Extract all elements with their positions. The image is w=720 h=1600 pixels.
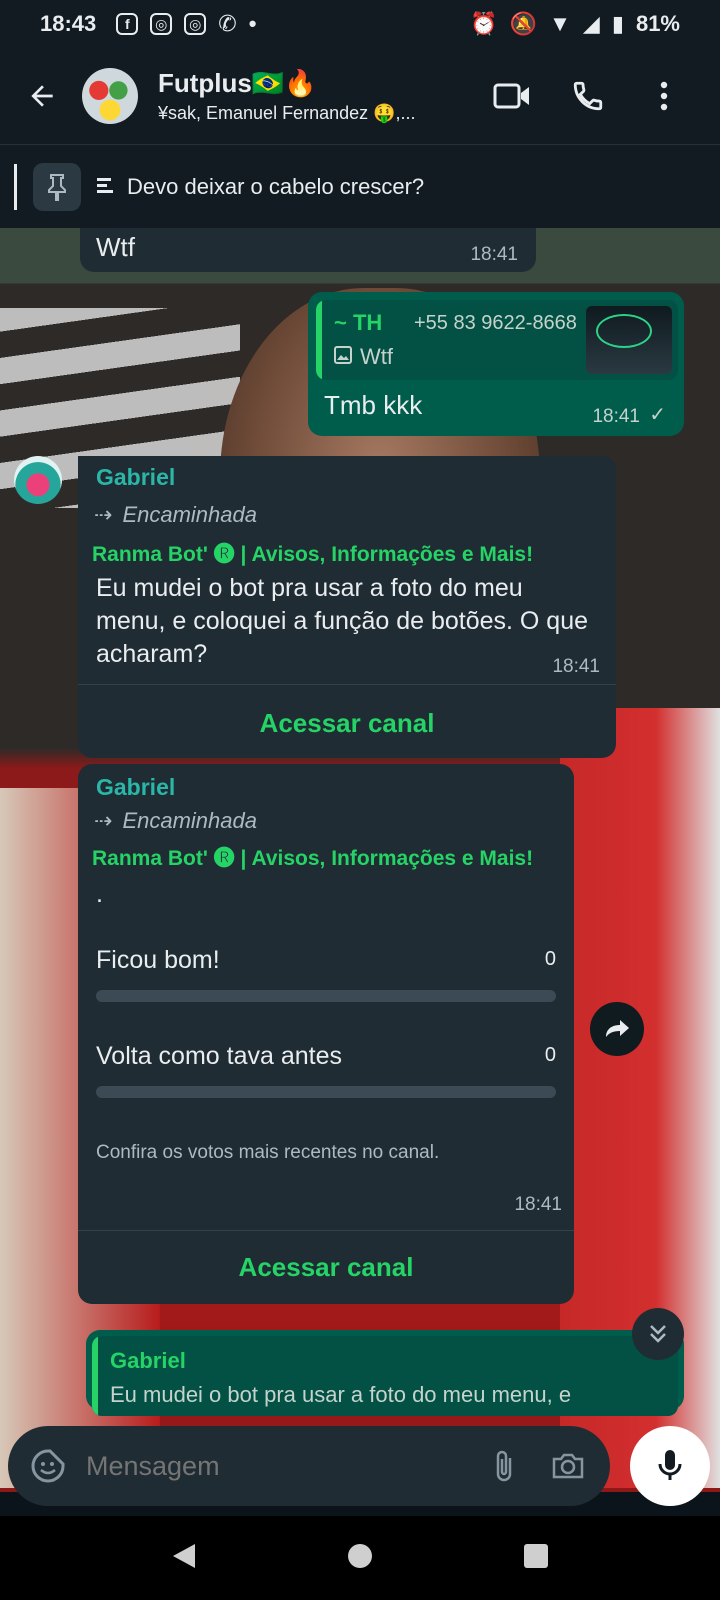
voice-call-icon[interactable] bbox=[568, 76, 608, 116]
attach-icon[interactable] bbox=[482, 1444, 526, 1488]
pinned-text: Devo deixar o cabelo crescer? bbox=[127, 173, 425, 199]
message-bubble[interactable]: Wtf 18:41 bbox=[80, 228, 536, 272]
access-channel-button[interactable]: Acessar canal bbox=[78, 1252, 574, 1283]
poll-option[interactable]: Ficou bom! 0 bbox=[96, 946, 556, 975]
image-icon bbox=[334, 344, 352, 370]
message-time: 18:41 bbox=[470, 244, 518, 265]
sender-avatar[interactable] bbox=[14, 456, 62, 504]
sender-name[interactable]: Gabriel bbox=[96, 464, 175, 491]
poll-message[interactable]: Gabriel ⇢ Encaminhada Ranma Bot' 🅡 | Avi… bbox=[78, 764, 574, 1304]
message-input[interactable] bbox=[84, 1449, 482, 1483]
poll-icon bbox=[97, 174, 117, 200]
quoted-author: Gabriel bbox=[110, 1348, 186, 1373]
instagram-icon: ◎ bbox=[150, 13, 173, 35]
video-call-icon[interactable] bbox=[492, 76, 532, 116]
message-text: Eu mudei o bot pra usar a foto do meu me… bbox=[96, 574, 589, 668]
poll-option-bar bbox=[96, 1086, 556, 1098]
nav-back-icon[interactable] bbox=[171, 1542, 197, 1575]
status-time: 18:43 bbox=[40, 11, 97, 36]
quoted-phone: +55 83 9622-8668 bbox=[414, 312, 577, 334]
poll-option-label: Ficou bom! bbox=[96, 946, 220, 974]
alarm-icon: ⏰ bbox=[470, 11, 498, 36]
message-bubble-outgoing[interactable]: ~ TH +55 83 9622-8668 Wtf Tmb kkk 18:41 … bbox=[308, 292, 684, 436]
microphone-button-icon[interactable] bbox=[630, 1426, 710, 1506]
mute-icon: 🔕 bbox=[509, 11, 538, 36]
group-members: ¥sak, Emanuel Fernandez 🤑,... bbox=[158, 103, 416, 123]
poll-option-count: 0 bbox=[544, 1044, 556, 1066]
message-bubble-outgoing[interactable]: Gabriel Eu mudei o bot pra usar a foto d… bbox=[86, 1330, 684, 1416]
forward-arrow-icon: ⇢ bbox=[94, 502, 113, 527]
quoted-author: ~ TH bbox=[334, 310, 383, 335]
divider bbox=[78, 684, 616, 685]
message-time: 18:41 bbox=[592, 406, 640, 427]
message-text: Wtf bbox=[96, 232, 135, 262]
message-time: 18:41 bbox=[552, 656, 600, 677]
access-channel-button[interactable]: Acessar canal bbox=[78, 708, 616, 739]
status-bar: 18:43 f ◎ ◎ ✆ • ⏰ 🔕 ▼ ◢ ▮ 81% bbox=[0, 0, 720, 48]
channel-name[interactable]: Ranma Bot' 🅡 | Avisos, Informações e Mai… bbox=[92, 842, 533, 872]
poll-option-count: 0 bbox=[544, 948, 556, 970]
instagram-icon: ◎ bbox=[184, 13, 207, 35]
wifi-icon: ▼ bbox=[549, 11, 571, 36]
whatsapp-icon: ✆ bbox=[218, 11, 237, 36]
poll-option-label: Volta como tava antes bbox=[96, 1042, 342, 1070]
chat-area[interactable]: Wtf 18:41 ~ TH +55 83 9622-8668 Wtf Tmb … bbox=[0, 228, 720, 1492]
camera-icon[interactable] bbox=[546, 1444, 590, 1488]
forwarded-label: Encaminhada bbox=[122, 808, 257, 833]
quoted-thumbnail bbox=[586, 306, 672, 374]
message-composer bbox=[8, 1426, 610, 1506]
quoted-text: Wtf bbox=[360, 344, 393, 369]
sent-check-icon: ✓ bbox=[649, 404, 666, 426]
emoji-sticker-icon[interactable] bbox=[28, 1446, 68, 1486]
pinned-message-bar[interactable]: Devo deixar o cabelo crescer? bbox=[0, 144, 720, 228]
signal-icon: ◢ bbox=[582, 11, 600, 36]
dot-icon: • bbox=[248, 11, 257, 36]
nav-home-icon[interactable] bbox=[347, 1543, 373, 1574]
scroll-down-icon[interactable] bbox=[632, 1308, 684, 1360]
poll-question: . bbox=[96, 880, 103, 908]
channel-name[interactable]: Ranma Bot' 🅡 | Avisos, Informações e Mai… bbox=[92, 538, 533, 568]
poll-option[interactable]: Volta como tava antes 0 bbox=[96, 1042, 556, 1071]
group-avatar[interactable] bbox=[82, 68, 138, 124]
back-arrow-icon[interactable] bbox=[14, 68, 70, 124]
battery-icon: ▮ bbox=[611, 11, 624, 36]
forward-button-icon[interactable] bbox=[590, 1002, 644, 1056]
group-name: Futplus🇧🇷🔥 bbox=[158, 68, 317, 98]
battery-percent: 81% bbox=[635, 11, 680, 36]
poll-option-bar bbox=[96, 990, 556, 1002]
more-options-icon[interactable] bbox=[644, 76, 684, 116]
sender-name[interactable]: Gabriel bbox=[96, 774, 175, 801]
quoted-message[interactable]: Gabriel Eu mudei o bot pra usar a foto d… bbox=[92, 1336, 678, 1416]
message-time: 18:41 bbox=[514, 1194, 562, 1215]
poll-note: Confira os votos mais recentes no canal. bbox=[96, 1142, 440, 1163]
forward-arrow-icon: ⇢ bbox=[94, 808, 113, 833]
chat-header: Futplus🇧🇷🔥 ¥sak, Emanuel Fernandez 🤑,... bbox=[0, 48, 720, 144]
quoted-text: Eu mudei o bot pra usar a foto do meu me… bbox=[110, 1382, 572, 1407]
nav-recents-icon[interactable] bbox=[523, 1543, 549, 1574]
divider bbox=[78, 1230, 574, 1231]
facebook-icon: f bbox=[116, 13, 139, 35]
group-info[interactable]: Futplus🇧🇷🔥 ¥sak, Emanuel Fernandez 🤑,... bbox=[158, 68, 492, 124]
pin-icon bbox=[33, 162, 81, 211]
pinned-indicator bbox=[14, 163, 17, 210]
forwarded-label: Encaminhada bbox=[122, 502, 257, 527]
message-text: Tmb kkk bbox=[324, 390, 423, 420]
message-bubble-forwarded[interactable]: Gabriel ⇢ Encaminhada Ranma Bot' 🅡 | Avi… bbox=[78, 456, 616, 758]
quoted-message[interactable]: ~ TH +55 83 9622-8668 Wtf bbox=[316, 300, 678, 380]
system-nav-bar bbox=[0, 1516, 720, 1600]
